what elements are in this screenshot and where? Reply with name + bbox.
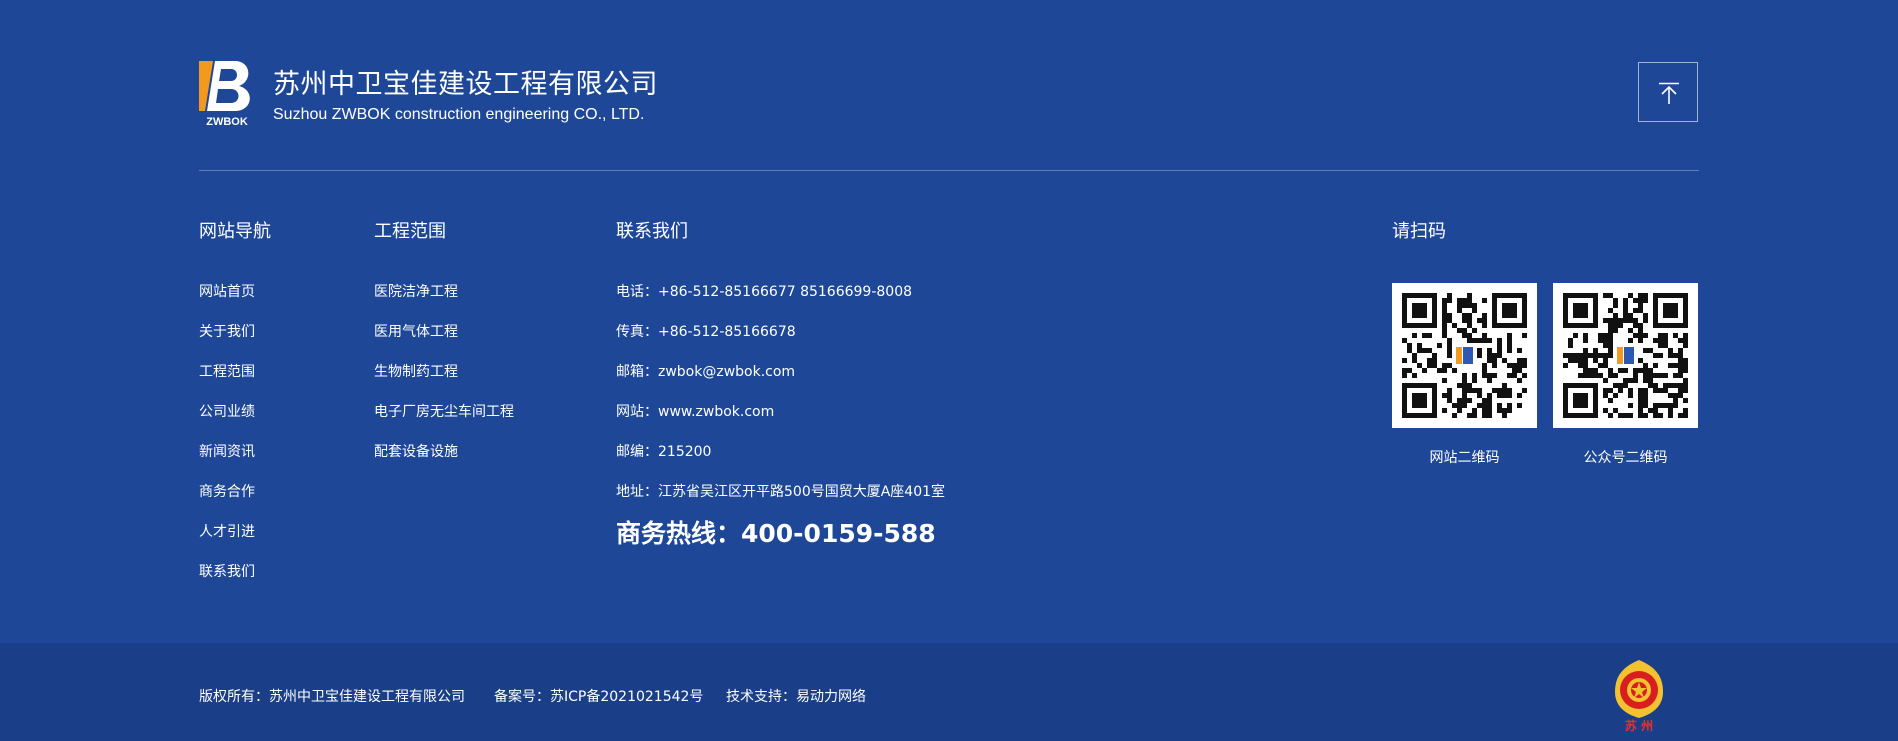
nav-link-scope[interactable]: 工程范围 [199, 361, 255, 381]
scope-link-hospital[interactable]: 医院洁净工程 [374, 281, 458, 301]
business-hotline: 商务热线：400-0159-588 [616, 519, 936, 548]
tech-support-link[interactable]: 技术支持：易动力网络 [726, 686, 866, 706]
contact-fax: 传真：+86-512-85166678 [616, 324, 796, 340]
contact-postcode: 邮编：215200 [616, 444, 712, 460]
nav-link-contact[interactable]: 联系我们 [199, 561, 255, 581]
company-logo[interactable]: ZWBOK [199, 61, 255, 128]
qr-code-icon [1402, 293, 1527, 418]
emblem-text: 苏 州 [1625, 718, 1653, 732]
nav-title: 网站导航 [199, 221, 271, 242]
scope-link-biopharma[interactable]: 生物制药工程 [374, 361, 458, 381]
wechat-qr-label: 公众号二维码 [1583, 450, 1668, 466]
copyright-text: 版权所有：苏州中卫宝佳建设工程有限公司 [199, 689, 465, 705]
contact-phone: 电话：+86-512-85166677 85166699-8008 [616, 284, 913, 300]
logo-icon: ZWBOK [199, 61, 250, 128]
nav-link-home[interactable]: 网站首页 [199, 281, 255, 301]
contact-email: 邮箱：zwbok@zwbok.com [616, 364, 796, 380]
police-emblem-badge[interactable]: 苏 州 [1611, 658, 1667, 733]
contact-website: 网站：www.zwbok.com [616, 404, 775, 420]
scope-title: 工程范围 [374, 221, 446, 242]
contact-title: 联系我们 [616, 221, 688, 242]
qr-code-icon [1563, 293, 1688, 418]
nav-link-projects[interactable]: 公司业绩 [199, 401, 255, 421]
website-qr-code [1392, 283, 1537, 428]
arrow-up-to-line-icon [1659, 82, 1679, 104]
logo-text: ZWBOK [206, 116, 248, 127]
back-to-top-button[interactable] [1638, 62, 1698, 122]
qr-title: 请扫码 [1392, 221, 1446, 242]
scope-link-cleanroom[interactable]: 电子厂房无尘车间工程 [374, 401, 514, 421]
company-name-en: Suzhou ZWBOK construction engineering CO… [273, 106, 645, 123]
scope-link-equipment[interactable]: 配套设备设施 [374, 441, 458, 461]
icp-record-link[interactable]: 备案号：苏ICP备2021021542号 [494, 686, 703, 706]
national-emblem-icon: 苏 州 [1615, 660, 1663, 733]
website-qr-label: 网站二维码 [1429, 450, 1500, 466]
wechat-qr-code [1553, 283, 1698, 428]
scope-link-medical-gas[interactable]: 医用气体工程 [374, 321, 458, 341]
company-name-cn: 苏州中卫宝佳建设工程有限公司 [273, 69, 658, 100]
nav-link-about[interactable]: 关于我们 [199, 321, 255, 341]
nav-link-cooperation[interactable]: 商务合作 [199, 481, 255, 501]
footer-divider [199, 170, 1699, 171]
contact-address: 地址：江苏省吴江区开平路500号国贸大厦A座401室 [616, 484, 946, 500]
nav-link-careers[interactable]: 人才引进 [199, 521, 255, 541]
nav-link-news[interactable]: 新闻资讯 [199, 441, 255, 461]
